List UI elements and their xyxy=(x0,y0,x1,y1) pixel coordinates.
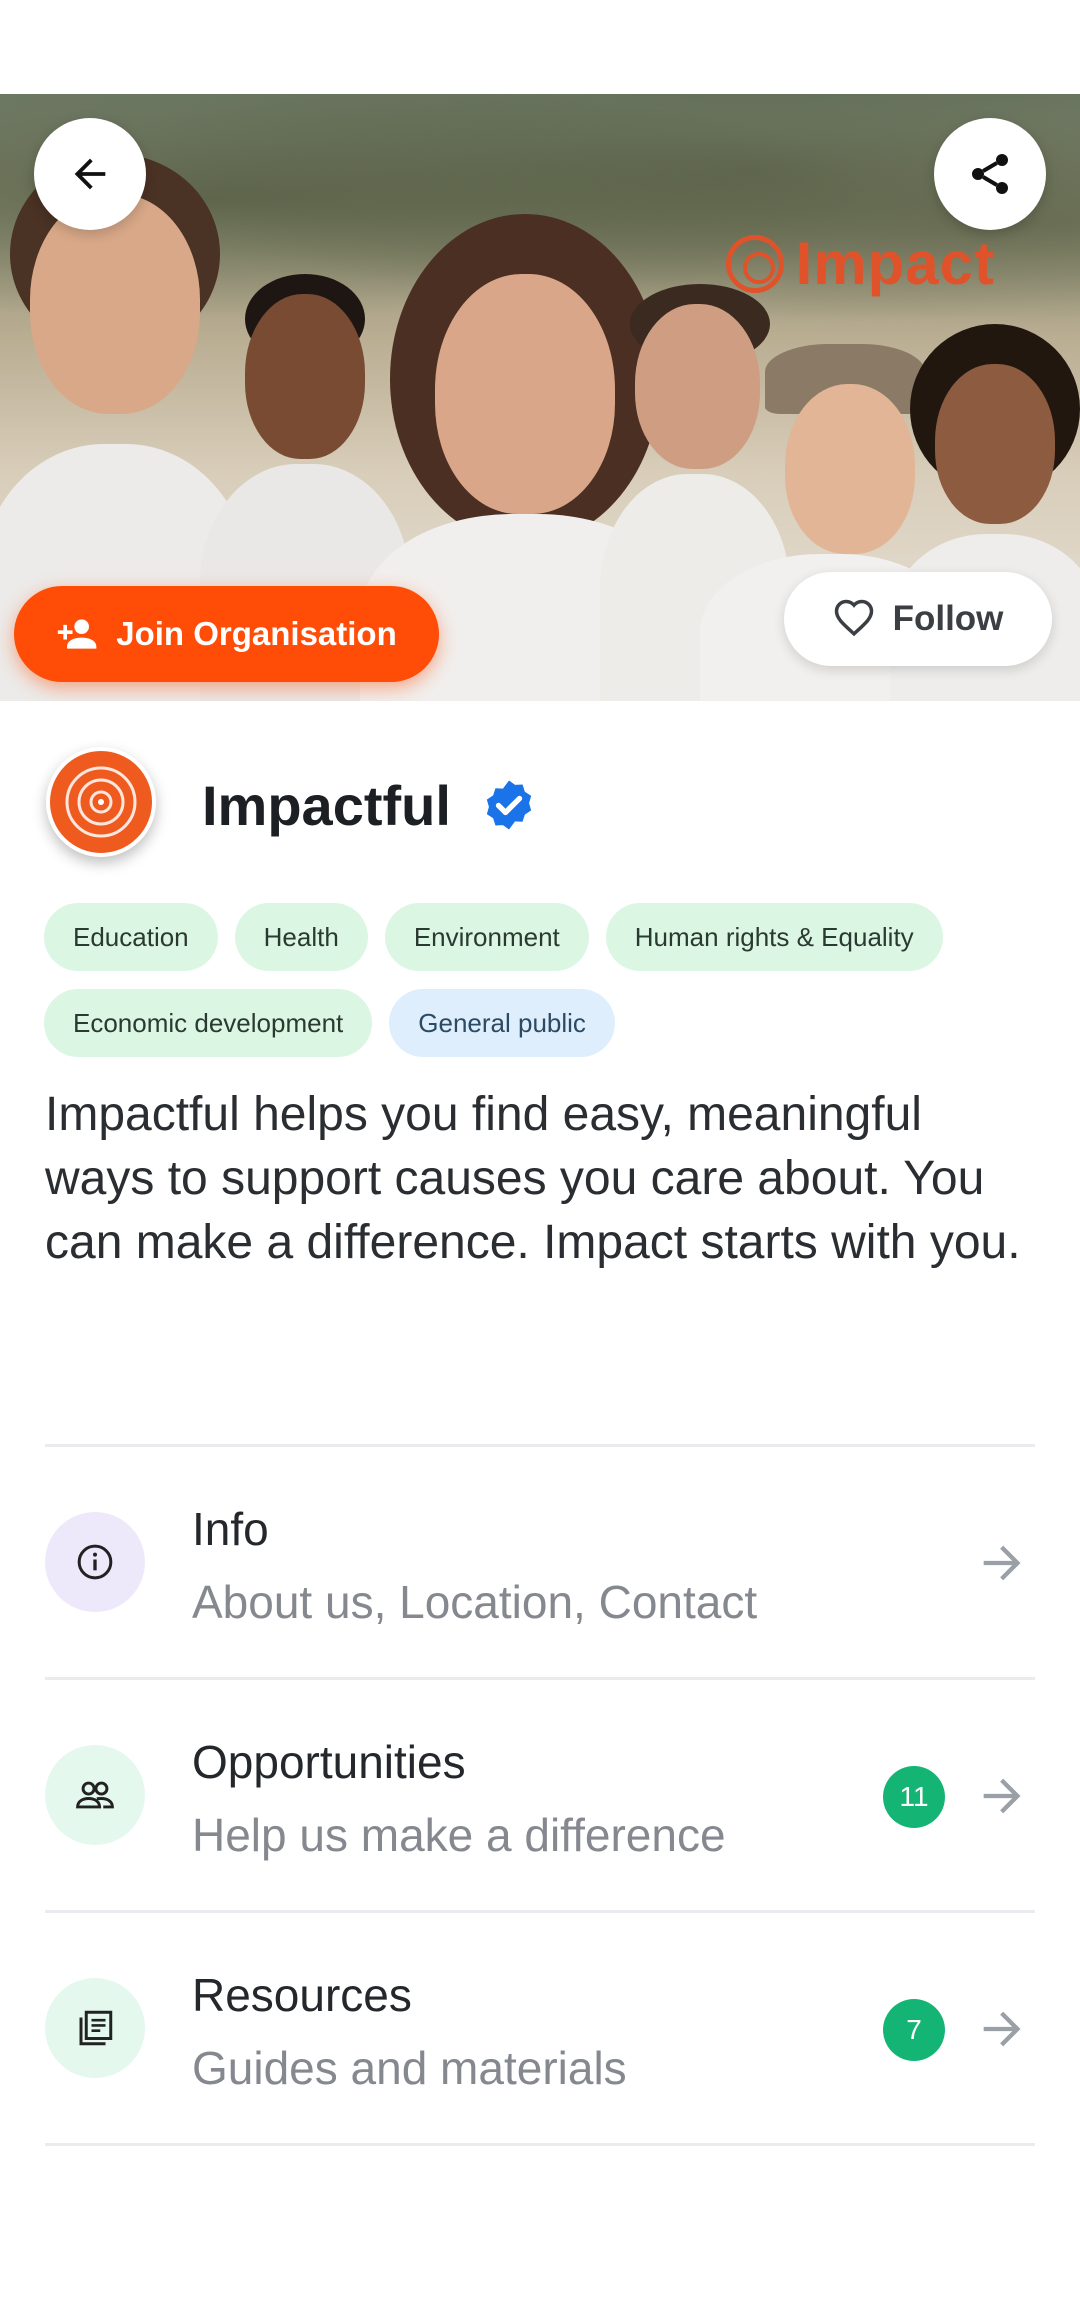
category-tags: Education Health Environment Human right… xyxy=(44,903,1044,1057)
info-icon-container xyxy=(45,1512,145,1612)
row-title: Opportunities xyxy=(192,1736,466,1788)
arrow-right-icon xyxy=(983,1545,1021,1581)
tag-chip[interactable]: Economic development xyxy=(44,989,373,1057)
tag-chip[interactable]: Education xyxy=(44,903,218,971)
heart-outline-icon xyxy=(834,599,873,637)
arrow-right-icon xyxy=(983,1778,1021,1814)
arrow-right-icon xyxy=(983,2011,1021,2047)
row-subtitle: Help us make a difference xyxy=(192,1809,726,1861)
divider xyxy=(45,2143,1035,2146)
share-button[interactable] xyxy=(934,118,1046,230)
audience-tag-chip[interactable]: General public xyxy=(389,989,615,1057)
info-row[interactable]: Info About us, Location, Contact xyxy=(45,1447,1035,1677)
brand-mark-icon xyxy=(725,234,784,293)
tag-chip[interactable]: Human rights & Equality xyxy=(605,903,943,971)
organisation-avatar xyxy=(46,747,156,857)
status-bar xyxy=(0,0,1080,94)
info-icon xyxy=(77,1544,113,1580)
people-icon xyxy=(76,1781,114,1809)
cover-brand-text: Impact xyxy=(795,230,995,297)
cover-brand-logo: Impact xyxy=(725,229,995,298)
share-icon xyxy=(972,154,1008,194)
person-add-icon xyxy=(58,619,97,649)
document-icon xyxy=(79,2010,113,2046)
opportunities-row[interactable]: Opportunities Help us make a difference … xyxy=(45,1680,1035,1910)
opportunities-icon-container xyxy=(45,1745,145,1845)
back-button[interactable] xyxy=(34,118,146,230)
tag-chip[interactable]: Environment xyxy=(384,903,589,971)
row-subtitle: Guides and materials xyxy=(192,2042,627,2094)
count-badge: 11 xyxy=(883,1766,945,1828)
join-organisation-label: Join Organisation xyxy=(116,615,397,652)
organisation-name: Impactful xyxy=(202,774,451,837)
join-organisation-button[interactable]: Join Organisation xyxy=(14,586,439,682)
follow-label: Follow xyxy=(892,599,1004,638)
follow-button[interactable]: Follow xyxy=(784,572,1052,666)
tag-chip[interactable]: Health xyxy=(234,903,368,971)
verified-badge-icon xyxy=(486,780,532,830)
count-badge: 7 xyxy=(883,1999,945,2061)
section-list: Info About us, Location, Contact Opportu… xyxy=(45,1444,1035,2146)
target-logo-icon xyxy=(65,766,137,838)
organisation-description: Impactful helps you find easy, meaningfu… xyxy=(45,1088,1021,1269)
resources-icon-container xyxy=(45,1978,145,2078)
row-title: Resources xyxy=(192,1969,412,2021)
resources-row[interactable]: Resources Guides and materials 7 xyxy=(45,1913,1035,2143)
row-subtitle: About us, Location, Contact xyxy=(192,1576,758,1628)
arrow-left-icon xyxy=(74,158,106,190)
organisation-header: Impactful xyxy=(0,701,1080,911)
row-title: Info xyxy=(192,1503,269,1555)
cover-photo: Impact Join Organisation Follow xyxy=(0,94,1080,701)
